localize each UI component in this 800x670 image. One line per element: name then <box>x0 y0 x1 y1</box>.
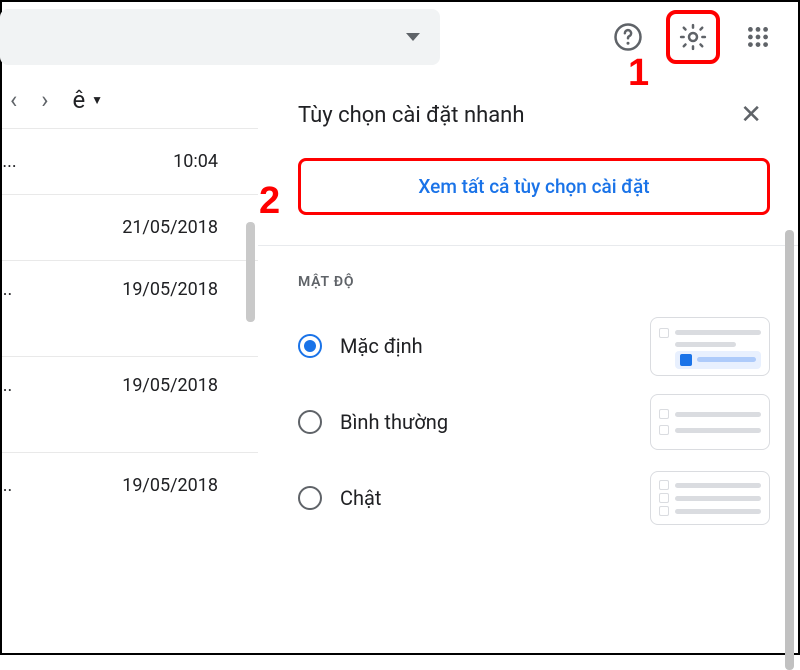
density-preview-comfortable <box>650 394 770 450</box>
divider <box>258 245 798 246</box>
dropdown-caret-icon[interactable] <box>406 33 420 41</box>
row-time: 10:04 <box>173 151 218 172</box>
quick-settings-panel: Tùy chọn cài đặt nhanh ✕ Xem tất cả tùy … <box>258 72 798 657</box>
option-label: Mặc định <box>340 334 632 358</box>
input-tool-dropdown[interactable]: ê ▼ <box>72 86 103 114</box>
list-item[interactable]: ... 19/05/2018 <box>2 452 258 518</box>
radio-icon[interactable] <box>298 410 322 434</box>
annotation-step-2: 2 <box>259 180 280 223</box>
panel-scrollbar-thumb[interactable] <box>785 230 794 670</box>
list-item[interactable]: ... 19/05/2018 <box>2 260 258 356</box>
radio-icon[interactable] <box>298 486 322 510</box>
see-all-settings-button[interactable]: Xem tất cả tùy chọn cài đặt <box>298 158 770 215</box>
list-item[interactable]: ... 19/05/2018 <box>2 356 258 452</box>
pagination-nav: ‹ › ê ▼ <box>2 72 258 128</box>
row-preview: ... <box>2 475 12 496</box>
row-time: 19/05/2018 <box>122 279 218 300</box>
density-preview-compact <box>650 471 770 525</box>
option-label: Bình thường <box>340 410 632 434</box>
next-page-icon[interactable]: › <box>41 86 48 114</box>
row-time: 21/05/2018 <box>122 217 218 238</box>
radio-icon[interactable] <box>298 334 322 358</box>
row-time: 19/05/2018 <box>122 475 218 496</box>
close-icon[interactable]: ✕ <box>732 96 770 134</box>
main-area: ‹ › ê ▼ i... 10:04 21/05/2018 ... 19/05/… <box>2 72 798 657</box>
row-time: 19/05/2018 <box>122 375 218 396</box>
scrollbar-thumb[interactable] <box>246 222 255 322</box>
panel-title: Tùy chọn cài đặt nhanh <box>298 103 524 128</box>
settings-gear-icon[interactable] <box>666 10 720 64</box>
search-box[interactable] <box>0 9 440 65</box>
message-list-column: ‹ › ê ▼ i... 10:04 21/05/2018 ... 19/05/… <box>2 72 258 657</box>
density-section-label: MẬT ĐỘ <box>298 274 770 290</box>
option-label: Chật <box>340 486 632 510</box>
density-option-comfortable[interactable]: Bình thường <box>298 384 770 460</box>
list-item[interactable]: i... 10:04 <box>2 128 258 194</box>
list-item[interactable]: 21/05/2018 <box>2 194 258 260</box>
top-bar <box>2 2 798 72</box>
row-preview: ... <box>2 375 12 396</box>
density-option-default[interactable]: Mặc định <box>298 308 770 384</box>
apps-grid-icon[interactable] <box>738 17 778 57</box>
row-preview: ... <box>2 279 12 300</box>
prev-page-icon[interactable]: ‹ <box>10 86 17 114</box>
density-option-compact[interactable]: Chật <box>298 460 770 536</box>
help-icon[interactable] <box>608 17 648 57</box>
density-preview-default <box>650 317 770 376</box>
row-preview: i... <box>2 151 17 172</box>
